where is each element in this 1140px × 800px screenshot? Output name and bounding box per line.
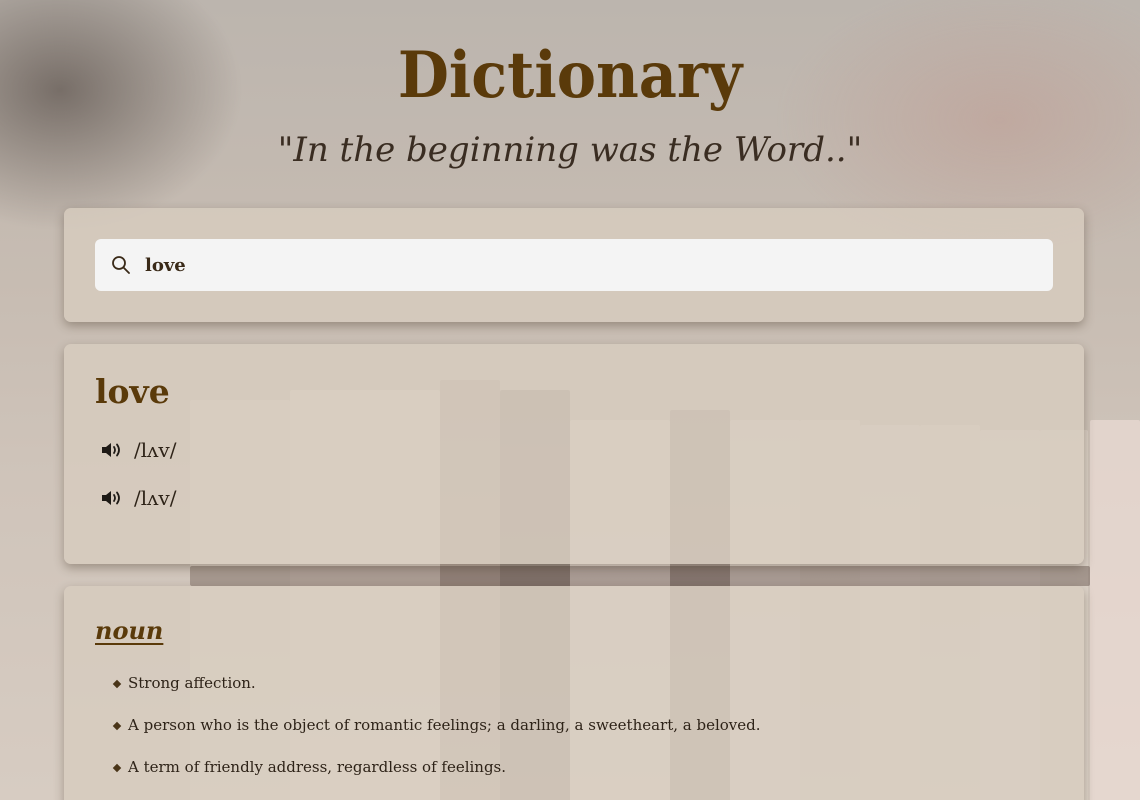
part-of-speech-title: noun: [95, 616, 164, 645]
search-icon[interactable]: [111, 255, 131, 275]
definition-item: A term of friendly address, regardless o…: [112, 758, 761, 800]
definition-text: Strong affection.: [128, 674, 256, 692]
search-card: [64, 208, 1084, 322]
definition-text: A term of friendly address, regardless o…: [128, 758, 507, 776]
definition-item: A person who is the object of romantic f…: [112, 716, 761, 758]
definition-text: A person who is the object of romantic f…: [128, 716, 761, 734]
word-card: love /lʌv/ /lʌv/: [64, 344, 1084, 564]
phonetic-text: /lʌv/: [134, 486, 177, 510]
phonetic-text: /lʌv/: [134, 438, 177, 462]
bullet-icon: [112, 721, 122, 731]
search-input[interactable]: [145, 247, 1035, 283]
app-title: Dictionary: [397, 38, 743, 113]
definition-item: Strong affection.: [112, 674, 761, 716]
speaker-icon[interactable]: [100, 488, 124, 508]
search-box[interactable]: [95, 239, 1053, 291]
phonetic-row: /lʌv/: [100, 484, 176, 512]
app-tagline: "In the beginning was the Word..": [277, 130, 863, 170]
phonetic-row: /lʌv/: [100, 436, 176, 464]
word-title: love: [95, 372, 170, 411]
meaning-card: noun Strong affection. A person who is t…: [64, 586, 1084, 800]
speaker-icon[interactable]: [100, 440, 124, 460]
bullet-icon: [112, 763, 122, 773]
definition-list: Strong affection. A person who is the ob…: [112, 674, 761, 800]
bullet-icon: [112, 679, 122, 689]
